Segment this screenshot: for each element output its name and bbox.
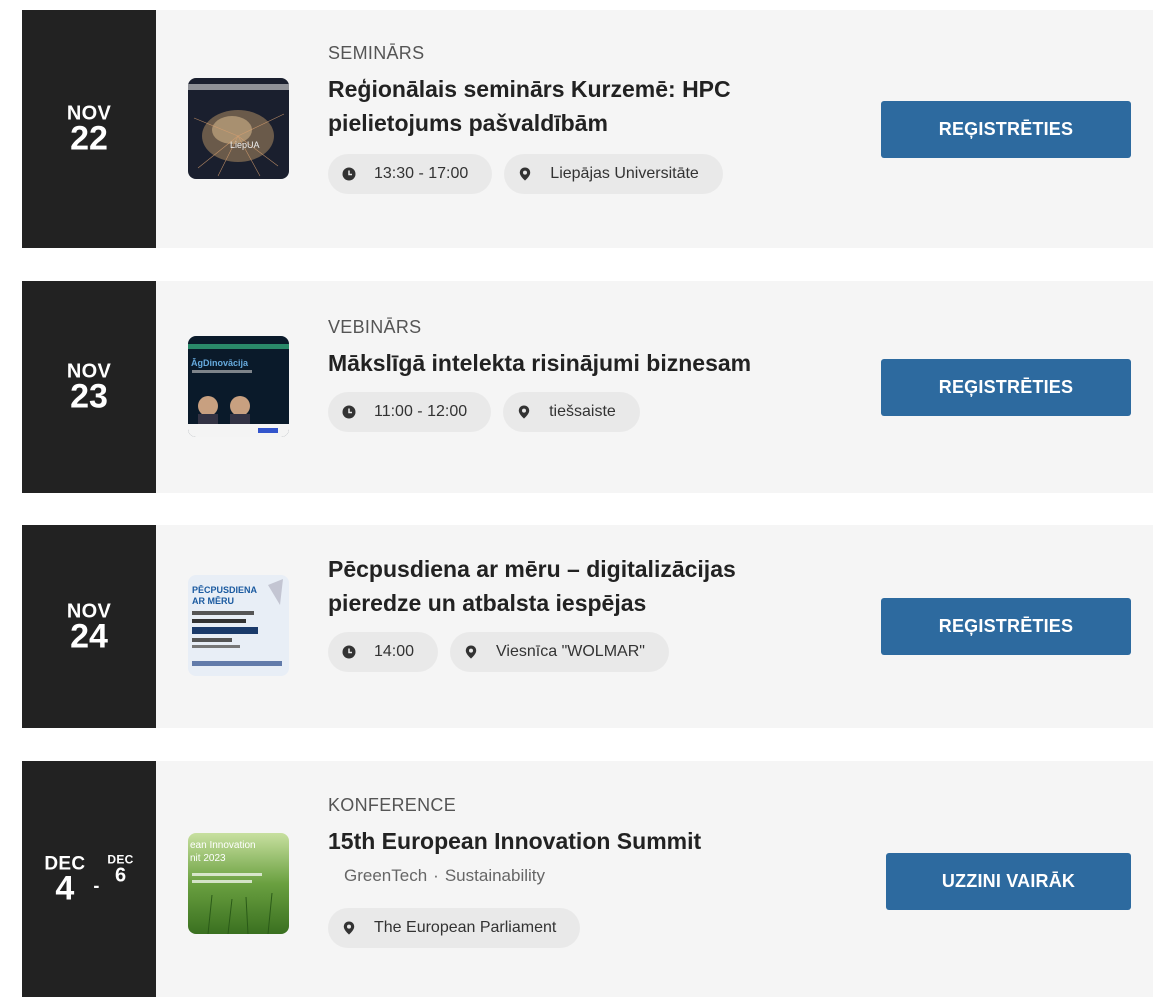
thumbnail-text: ĀgDinovācija: [191, 358, 249, 368]
event-location: Viesnīca "WOLMAR": [496, 643, 645, 660]
event-tag[interactable]: GreenTech: [344, 866, 427, 885]
event-category: VEBINĀRS: [328, 317, 422, 337]
event-thumbnail[interactable]: ean Innovation nit 2023: [188, 833, 289, 934]
event-card: NOV 24 PĒCPUSDIENA AR MĒRU Pēcpusdiena a…: [22, 525, 1153, 728]
location-pill: The European Parliament: [328, 908, 581, 948]
event-title[interactable]: Mākslīgā intelekta risinājumi biznesam: [328, 346, 868, 380]
thumbnail-text: nit 2023: [190, 853, 226, 864]
register-button[interactable]: REĢISTRĒTIES: [881, 359, 1131, 416]
date-day: 22: [70, 119, 108, 158]
event-location: tiešsaiste: [549, 403, 616, 420]
event-thumbnail[interactable]: PĒCPUSDIENA AR MĒRU: [188, 575, 289, 676]
clock-icon: [342, 167, 356, 181]
thumbnail-text: LiepUA: [230, 140, 260, 150]
clock-icon: [342, 405, 356, 419]
date-end: DEC 6: [107, 853, 133, 887]
event-time: 13:30 - 17:00: [374, 165, 469, 182]
tag-separator: ·: [433, 866, 439, 885]
thumbnail-text: AR MĒRU: [192, 596, 234, 606]
event-title-line: Reģionālais seminārs Kurzemē: HPC: [328, 76, 731, 102]
date-block: NOV 24: [22, 525, 156, 728]
event-title-line: Mākslīgā intelekta risinājumi biznesam: [328, 350, 752, 376]
map-pin-icon: [342, 921, 356, 935]
event-title[interactable]: 15th European Innovation Summit: [328, 824, 868, 858]
event-card: NOV 23 ĀgDinovācija VEBINĀRS Mākslīgā in…: [22, 281, 1153, 493]
event-tag[interactable]: Sustainability: [445, 866, 545, 885]
thumbnail-text: ean Innovation: [190, 840, 256, 851]
event-title-line: pielietojums pašvaldībām: [328, 110, 608, 136]
date-block: NOV 23: [22, 281, 156, 493]
time-pill: 13:30 - 17:00: [328, 154, 493, 194]
date-day: 4: [55, 869, 75, 908]
event-time: 11:00 - 12:00: [374, 403, 468, 420]
event-title-line: pieredze un atbalsta iespējas: [328, 590, 647, 616]
date-start: DEC 4: [44, 855, 85, 908]
event-title[interactable]: Pēcpusdiena ar mēru – digitalizācijas pi…: [328, 552, 868, 620]
map-pin-icon: [517, 405, 531, 419]
map-pin-icon: [464, 645, 478, 659]
thumbnail-text: PĒCPUSDIENA: [192, 585, 258, 595]
event-card: NOV 22 LiepUA SEMINĀRS Reģionālais semin…: [22, 10, 1153, 248]
learn-more-button[interactable]: UZZINI VAIRĀK: [886, 853, 1131, 910]
event-title-line: 15th European Innovation Summit: [328, 828, 702, 854]
location-pill: Liepājas Universitāte: [504, 154, 723, 194]
event-info: VEBINĀRS Mākslīgā intelekta risinājumi b…: [328, 316, 868, 432]
event-location: The European Parliament: [374, 919, 557, 936]
location-pill: Viesnīca "WOLMAR": [450, 632, 669, 672]
event-info: SEMINĀRS Reģionālais seminārs Kurzemē: H…: [328, 42, 868, 194]
event-category: SEMINĀRS: [328, 43, 425, 63]
date-block: NOV 22: [22, 10, 156, 248]
location-pill: tiešsaiste: [503, 392, 640, 432]
event-info: KONFERENCE 15th European Innovation Summ…: [328, 794, 868, 948]
event-info: Pēcpusdiena ar mēru – digitalizācijas pi…: [328, 552, 868, 672]
event-thumbnail[interactable]: LiepUA: [188, 78, 289, 179]
event-category: KONFERENCE: [328, 795, 457, 815]
register-button[interactable]: REĢISTRĒTIES: [881, 598, 1131, 655]
event-card: DEC 4 - DEC 6 ean Innovation nit 2023 KO…: [22, 761, 1153, 997]
time-pill: 11:00 - 12:00: [328, 392, 492, 432]
event-thumbnail[interactable]: ĀgDinovācija: [188, 336, 289, 437]
date-day: 24: [70, 617, 108, 655]
map-pin-icon: [518, 167, 532, 181]
time-pill: 14:00: [328, 632, 439, 672]
register-button[interactable]: REĢISTRĒTIES: [881, 101, 1131, 158]
date-day: 6: [114, 864, 127, 887]
date-range-separator: -: [93, 875, 100, 896]
clock-icon: [342, 645, 356, 659]
event-tags: GreenTech · Sustainability: [344, 864, 868, 888]
event-title[interactable]: Reģionālais seminārs Kurzemē: HPC pielie…: [328, 72, 868, 140]
event-time: 14:00: [374, 643, 415, 660]
event-location: Liepājas Universitāte: [550, 165, 699, 182]
date-block: DEC 4 - DEC 6: [22, 761, 156, 997]
event-title-line: Pēcpusdiena ar mēru – digitalizācijas: [328, 556, 736, 582]
date-day: 23: [70, 377, 108, 416]
